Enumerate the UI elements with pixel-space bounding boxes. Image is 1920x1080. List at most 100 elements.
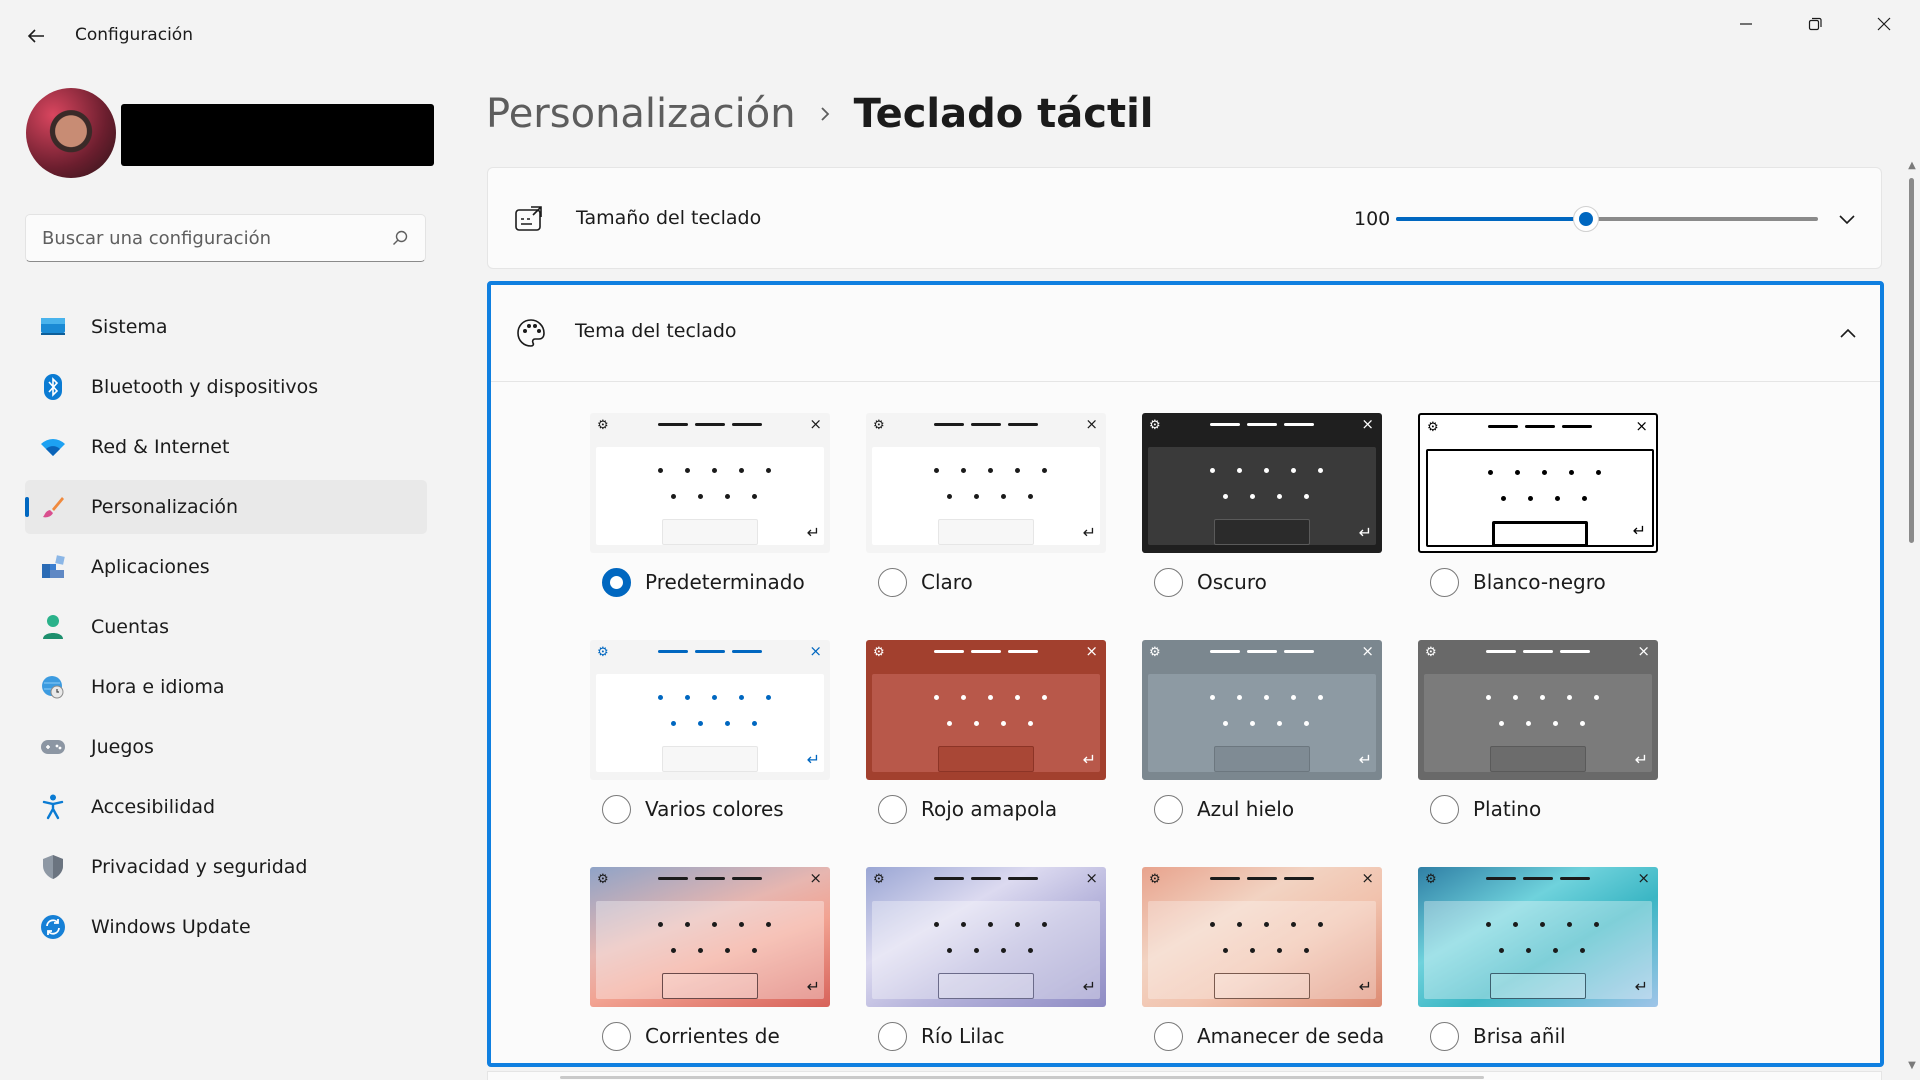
sidebar-item-accesibilidad[interactable]: Accesibilidad <box>25 780 427 834</box>
keyboard-theme-label: Tema del teclado <box>575 320 737 342</box>
scroll-down-icon[interactable]: ▼ <box>1906 1060 1918 1072</box>
slider-thumb[interactable] <box>1572 206 1599 232</box>
theme-radio[interactable] <box>602 795 631 824</box>
theme-radio[interactable] <box>1154 795 1183 824</box>
theme-radio[interactable] <box>1154 1022 1183 1051</box>
sidebar-item-bluetooth[interactable]: Bluetooth y dispositivos <box>25 360 427 414</box>
key-dot <box>934 695 939 700</box>
theme-option[interactable]: ⚙ × ↵ Rojo amapola <box>866 640 1106 867</box>
close-icon <box>1877 17 1891 31</box>
candidate-bar <box>695 650 725 653</box>
space-key <box>662 519 758 545</box>
theme-option[interactable]: ⚙ × ↵ Varios colores <box>590 640 830 867</box>
space-key <box>1214 519 1310 545</box>
keyboard-theme-header[interactable]: Tema del teclado <box>491 285 1880 382</box>
key-dot <box>1015 922 1020 927</box>
close-button[interactable] <box>1850 0 1918 48</box>
key-dot <box>1555 496 1560 501</box>
theme-radio[interactable] <box>602 568 631 597</box>
user-avatar[interactable] <box>26 88 116 178</box>
theme-preview[interactable]: ⚙ × ↵ <box>1142 413 1382 553</box>
theme-radio[interactable] <box>1430 795 1459 824</box>
key-dot <box>1210 695 1215 700</box>
candidate-bar <box>695 423 725 426</box>
theme-radio[interactable] <box>602 1022 631 1051</box>
theme-option[interactable]: ⚙ × ↵ Corrientes de <box>590 867 830 1063</box>
key-dot <box>1291 695 1296 700</box>
theme-grid: ⚙ × ↵ Predeterminado ⚙ × ↵ Claro ⚙ × ↵ Oscuro ⚙ × ↵ Bla… <box>590 413 1658 1063</box>
theme-preview[interactable]: ⚙ × ↵ <box>1418 867 1658 1007</box>
search-input[interactable] <box>42 227 391 249</box>
theme-preview[interactable]: ⚙ × ↵ <box>590 640 830 780</box>
theme-option[interactable]: ⚙ × ↵ Claro <box>866 413 1106 640</box>
key-dot <box>1526 948 1531 953</box>
minimize-button[interactable] <box>1712 0 1780 48</box>
close-icon: × <box>1361 642 1374 660</box>
scroll-thumb[interactable] <box>1909 178 1914 543</box>
chevron-down-icon[interactable] <box>1835 207 1859 231</box>
theme-option[interactable]: ⚙ × ↵ Blanco-negro <box>1418 413 1658 640</box>
theme-option[interactable]: ⚙ × ↵ Oscuro <box>1142 413 1382 640</box>
theme-option[interactable]: ⚙ × ↵ Azul hielo <box>1142 640 1382 867</box>
key-dot <box>1553 948 1558 953</box>
scroll-up-icon[interactable]: ▲ <box>1906 160 1918 172</box>
theme-preview[interactable]: ⚙ × ↵ <box>1418 413 1658 553</box>
theme-radio[interactable] <box>1430 1022 1459 1051</box>
key-dot <box>974 948 979 953</box>
key-dot <box>988 922 993 927</box>
sidebar-item-red-internet[interactable]: Red & Internet <box>25 420 427 474</box>
theme-preview[interactable]: ⚙ × ↵ <box>866 867 1106 1007</box>
gear-icon: ⚙ <box>1425 872 1437 887</box>
key-dot <box>1001 721 1006 726</box>
space-key <box>662 973 758 999</box>
theme-option[interactable]: ⚙ × ↵ Brisa añil <box>1418 867 1658 1063</box>
candidate-bar <box>1560 650 1590 653</box>
sidebar-nav: Sistema Bluetooth y dispositivos Red & I… <box>25 300 427 960</box>
back-button[interactable] <box>18 18 54 54</box>
theme-option[interactable]: ⚙ × ↵ Predeterminado <box>590 413 830 640</box>
keyboard-size-card[interactable]: Tamaño del teclado 100 <box>487 167 1882 269</box>
candidate-bar <box>934 877 964 880</box>
slider-fill <box>1396 217 1586 221</box>
theme-label: Brisa añil <box>1473 1024 1566 1048</box>
theme-preview[interactable]: ⚙ × ↵ <box>866 413 1106 553</box>
key-dot <box>1264 695 1269 700</box>
sidebar-item-privacidad[interactable]: Privacidad y seguridad <box>25 840 427 894</box>
theme-preview[interactable]: ⚙ × ↵ <box>590 413 830 553</box>
theme-radio[interactable] <box>878 795 907 824</box>
key-dot <box>1015 468 1020 473</box>
breadcrumb-parent[interactable]: Personalización <box>486 91 796 137</box>
key-dot <box>698 948 703 953</box>
vertical-scrollbar[interactable]: ▲ ▼ <box>1906 160 1918 1075</box>
sidebar-item-personalizacion[interactable]: Personalización <box>25 480 427 534</box>
candidate-bar <box>1562 425 1592 428</box>
search-box[interactable] <box>25 214 426 262</box>
theme-option[interactable]: ⚙ × ↵ Platino <box>1418 640 1658 867</box>
theme-label: Río Lilac <box>921 1024 1005 1048</box>
search-icon[interactable] <box>391 229 409 247</box>
sidebar-item-aplicaciones[interactable]: Aplicaciones <box>25 540 427 594</box>
key-dot <box>1528 496 1533 501</box>
sidebar-item-label: Juegos <box>91 736 154 758</box>
theme-preview[interactable]: ⚙ × ↵ <box>590 867 830 1007</box>
theme-preview[interactable]: ⚙ × ↵ <box>1418 640 1658 780</box>
theme-radio[interactable] <box>878 568 907 597</box>
theme-preview[interactable]: ⚙ × ↵ <box>1142 867 1382 1007</box>
restore-button[interactable] <box>1781 0 1849 48</box>
sidebar-item-windows-update[interactable]: Windows Update <box>25 900 427 954</box>
theme-preview[interactable]: ⚙ × ↵ <box>1142 640 1382 780</box>
sidebar-item-hora-idioma[interactable]: Hora e idioma <box>25 660 427 714</box>
sidebar-item-cuentas[interactable]: Cuentas <box>25 600 427 654</box>
theme-preview[interactable]: ⚙ × ↵ <box>866 640 1106 780</box>
theme-option[interactable]: ⚙ × ↵ Amanecer de seda <box>1142 867 1384 1063</box>
sidebar-item-sistema[interactable]: Sistema <box>25 300 427 354</box>
keyboard-size-slider[interactable] <box>1396 206 1818 232</box>
theme-radio[interactable] <box>1154 568 1183 597</box>
theme-radio[interactable] <box>1430 568 1459 597</box>
theme-option[interactable]: ⚙ × ↵ Río Lilac <box>866 867 1106 1063</box>
key-dot <box>1028 494 1033 499</box>
key-dot <box>1486 695 1491 700</box>
sidebar-item-juegos[interactable]: Juegos <box>25 720 427 774</box>
chevron-up-icon[interactable] <box>1836 322 1860 346</box>
theme-radio[interactable] <box>878 1022 907 1051</box>
